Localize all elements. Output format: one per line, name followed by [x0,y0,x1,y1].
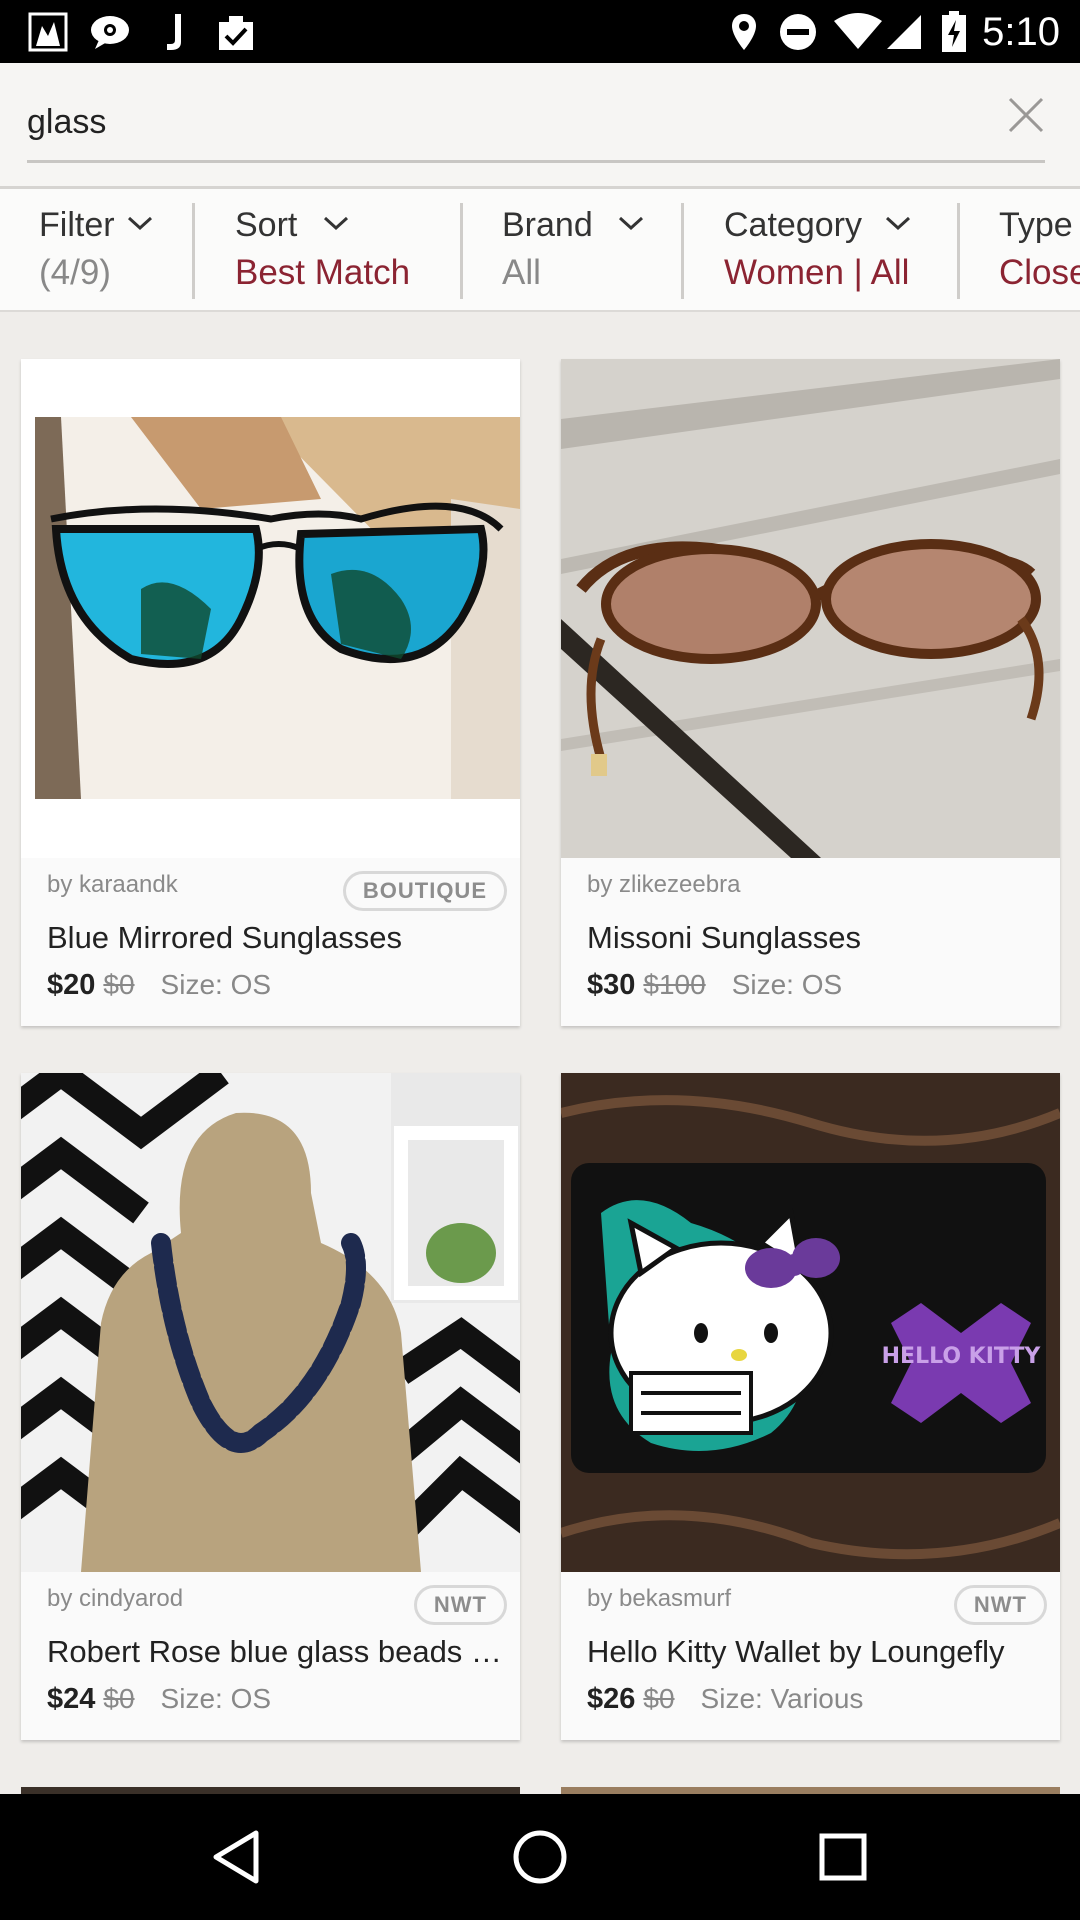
sort-value: Best Match [235,253,411,292]
size: Size: OS [160,969,272,1000]
clipboard-check-icon [214,10,258,54]
listing-card[interactable]: by karaandk BOUTIQUE Blue Mirrored Sungl… [21,359,520,1026]
wallet-logo-text: HELLO KITTY [882,1344,1042,1369]
brand-value: All [502,253,541,292]
seller-name[interactable]: by bekasmurf [587,1585,731,1613]
category-dropdown[interactable]: Category Women | All [724,189,954,310]
chevron-down-icon [323,216,349,231]
listing-title[interactable]: Missoni Sunglasses [587,920,1042,956]
cell-signal-icon [884,10,924,54]
back-triangle-icon[interactable] [203,1824,269,1890]
price-row: $24 $0 Size: OS [47,1683,271,1716]
battery-charging-icon [940,10,968,54]
original-price: $0 [643,1683,675,1714]
listing-card[interactable]: by zlikezeebra Missoni Sunglasses $30 $10… [561,359,1060,1026]
category-value: Women | All [724,253,910,292]
filter-bar: Filter (4/9) Sort Best Match Brand All C… [0,189,1080,312]
listing-title[interactable]: Blue Mirrored Sunglasses [47,920,502,956]
price: $20 [47,969,96,1001]
listing-image[interactable] [561,359,1060,858]
listing-image[interactable]: HELLO KITTY [561,1073,1060,1572]
seller-name[interactable]: by karaandk [47,871,178,899]
listing-image[interactable] [21,359,520,858]
divider [957,203,960,299]
divider [460,203,463,299]
price: $24 [47,1683,96,1715]
filter-count: (4/9) [39,253,111,292]
sort-dropdown[interactable]: Sort Best Match [235,189,455,310]
type-label: Type [999,206,1073,244]
listing-title[interactable]: Hello Kitty Wallet by Loungefly [587,1634,1042,1670]
chat-icon [88,10,132,54]
search-underline [27,160,1045,163]
category-label: Category [724,206,862,244]
original-price: $100 [643,969,706,1000]
price: $30 [587,969,636,1001]
recents-square-icon[interactable] [810,1824,876,1890]
status-bar: 5:10 [0,0,1080,63]
size: Size: Various [700,1683,864,1714]
listing-image[interactable] [21,1073,520,1572]
divider [681,203,684,299]
chevron-down-icon [885,216,911,231]
original-price: $0 [103,969,135,1000]
app-notification-icon [26,10,70,54]
nwt-badge: NWT [953,1585,1047,1625]
original-price: $0 [103,1683,135,1714]
location-icon [728,10,760,54]
boutique-badge: BOUTIQUE [342,871,507,911]
price-row: $20 $0 Size: OS [47,969,271,1002]
music-note-icon [158,10,188,54]
search-input[interactable]: glass [27,103,106,142]
seller-name[interactable]: by zlikezeebra [587,871,740,899]
chevron-down-icon [127,216,153,231]
size: Size: OS [731,969,843,1000]
chevron-down-icon [618,216,644,231]
price-row: $26 $0 Size: Various [587,1683,863,1716]
price: $26 [587,1683,636,1715]
listing-card[interactable]: by cindyarod NWT Robert Rose blue glass … [21,1073,520,1740]
type-dropdown[interactable]: Type Closet [999,189,1080,310]
navigation-bar [0,1794,1080,1920]
brand-dropdown[interactable]: Brand All [502,189,672,310]
close-icon[interactable] [1002,91,1050,139]
home-circle-icon[interactable] [507,1824,573,1890]
filter-label: Filter [39,206,115,244]
listing-card[interactable]: HELLO KITTY by bekasmurf NWT Hello Kitty… [561,1073,1060,1740]
clock: 5:10 [982,10,1060,54]
seller-name[interactable]: by cindyarod [47,1585,183,1613]
price-row: $30 $100 Size: OS [587,969,842,1002]
nwt-badge: NWT [413,1585,507,1625]
type-value: Closet [999,253,1080,292]
sort-label: Sort [235,206,298,244]
size: Size: OS [160,1683,272,1714]
filter-dropdown[interactable]: Filter (4/9) [39,189,189,310]
listing-title[interactable]: Robert Rose blue glass beads necklace [47,1634,502,1670]
search-bar: glass [0,63,1080,188]
divider [192,203,195,299]
do-not-disturb-icon [778,10,818,54]
brand-label: Brand [502,206,593,244]
wifi-icon [832,10,884,54]
